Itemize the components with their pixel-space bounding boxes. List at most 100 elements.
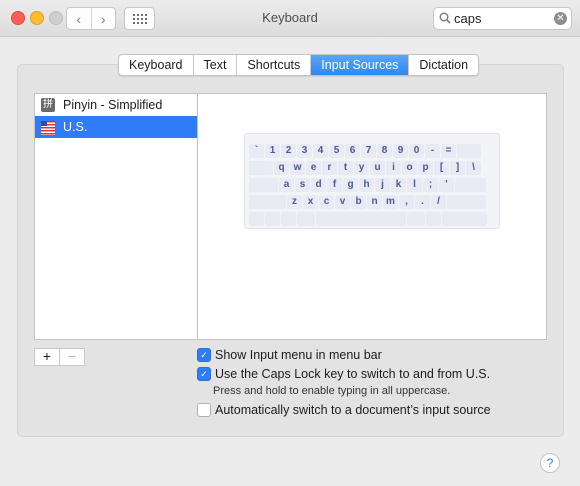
remove-input-source-button[interactable]: − [59, 349, 84, 365]
key: / [431, 195, 446, 209]
option-label: Show Input menu in menu bar [215, 348, 382, 362]
option-auto-switch[interactable]: Automatically switch to a document’s inp… [197, 403, 491, 417]
option-label: Automatically switch to a document’s inp… [215, 403, 491, 417]
key: h [359, 178, 374, 192]
input-sources-list: 拼 Pinyin - Simplified U.S. [34, 93, 198, 340]
option-caps-lock-switch[interactable]: ✓ Use the Caps Lock key to switch to and… [197, 367, 490, 381]
option-show-input-menu[interactable]: ✓ Show Input menu in menu bar [197, 348, 382, 362]
space-key [316, 212, 406, 226]
command-key [297, 212, 315, 226]
key: z [287, 195, 302, 209]
list-item-label: Pinyin - Simplified [63, 98, 163, 112]
key: i [386, 161, 401, 175]
key: o [402, 161, 417, 175]
control-key [265, 212, 280, 226]
key: 0 [409, 144, 424, 158]
auto-switch-checkbox[interactable] [197, 403, 211, 417]
show-input-menu-checkbox[interactable]: ✓ [197, 348, 211, 362]
keyboard-row-1: ` 1 2 3 4 5 6 7 8 9 0 - = [249, 144, 481, 158]
tab-bar: Keyboard Text Shortcuts Input Sources Di… [118, 54, 480, 76]
key: ` [249, 144, 264, 158]
keyboard-row-4: z x c v b n m , . / [249, 195, 486, 209]
key: = [441, 144, 456, 158]
key: , [399, 195, 414, 209]
key: l [407, 178, 422, 192]
key: p [418, 161, 433, 175]
key: 3 [297, 144, 312, 158]
key: 8 [377, 144, 392, 158]
tab-key [249, 161, 273, 175]
clear-search-icon[interactable]: ✕ [554, 12, 567, 25]
key: u [370, 161, 385, 175]
tab-input-sources[interactable]: Input Sources [310, 55, 409, 75]
title-bar: ‹ › Keyboard caps ✕ [0, 0, 580, 37]
key: n [367, 195, 382, 209]
key: s [295, 178, 310, 192]
key: m [383, 195, 398, 209]
key: 6 [345, 144, 360, 158]
caps-lock-hint: Press and hold to enable typing in all u… [213, 385, 451, 397]
key: d [311, 178, 326, 192]
tab-text[interactable]: Text [192, 55, 237, 75]
left-shift-key [249, 195, 286, 209]
key: q [274, 161, 289, 175]
checkmark-icon: ✓ [200, 349, 208, 360]
keyboard-row-5 [249, 212, 487, 226]
fn-key [249, 212, 264, 226]
key: - [425, 144, 440, 158]
key: y [354, 161, 369, 175]
command-key-right [407, 212, 425, 226]
keyboard-row-2: q w e r t y u i o p [ ] \ [249, 161, 481, 175]
checkmark-icon: ✓ [200, 368, 208, 379]
key: ] [450, 161, 465, 175]
tab-keyboard[interactable]: Keyboard [119, 55, 193, 75]
key: 2 [281, 144, 296, 158]
caps-lock-checkbox[interactable]: ✓ [197, 367, 211, 381]
key: f [327, 178, 342, 192]
key: r [322, 161, 337, 175]
key: b [351, 195, 366, 209]
key: ' [439, 178, 454, 192]
list-item-us[interactable]: U.S. [35, 116, 198, 138]
search-field[interactable]: caps ✕ [433, 7, 572, 30]
keyboard-layout-preview: ` 1 2 3 4 5 6 7 8 9 0 - = q w e r t y u … [244, 133, 500, 229]
key: c [319, 195, 334, 209]
key: x [303, 195, 318, 209]
keyboard-row-3: a s d f g h j k l ; ' [249, 178, 486, 192]
list-item-pinyin[interactable]: 拼 Pinyin - Simplified [35, 94, 198, 116]
key: w [290, 161, 305, 175]
right-shift-key [447, 195, 486, 209]
key: k [391, 178, 406, 192]
key: v [335, 195, 350, 209]
key: e [306, 161, 321, 175]
delete-key [457, 144, 481, 158]
list-add-remove-buttons: + − [34, 348, 85, 366]
key: g [343, 178, 358, 192]
key: a [279, 178, 294, 192]
key: 1 [265, 144, 280, 158]
option-label: Use the Caps Lock key to switch to and f… [215, 367, 491, 381]
pinyin-icon: 拼 [41, 98, 55, 112]
help-button[interactable]: ? [540, 453, 560, 473]
key: 9 [393, 144, 408, 158]
option-key [281, 212, 296, 226]
arrow-keys [442, 212, 487, 226]
key: 5 [329, 144, 344, 158]
key: ; [423, 178, 438, 192]
caps-lock-key [249, 178, 278, 192]
tab-dictation[interactable]: Dictation [408, 55, 478, 75]
keyboard-preferences-window: ‹ › Keyboard caps ✕ Keyboard Text Shortc… [0, 0, 580, 486]
add-input-source-button[interactable]: + [35, 349, 59, 365]
search-input[interactable]: caps [454, 11, 481, 26]
key: 7 [361, 144, 376, 158]
key: 4 [313, 144, 328, 158]
search-icon [439, 12, 451, 24]
option-key-right [426, 212, 441, 226]
tab-shortcuts[interactable]: Shortcuts [236, 55, 310, 75]
key: . [415, 195, 430, 209]
return-key [455, 178, 486, 192]
key: [ [434, 161, 449, 175]
us-flag-icon [41, 121, 55, 135]
key: \ [466, 161, 481, 175]
list-item-label: U.S. [63, 120, 88, 134]
